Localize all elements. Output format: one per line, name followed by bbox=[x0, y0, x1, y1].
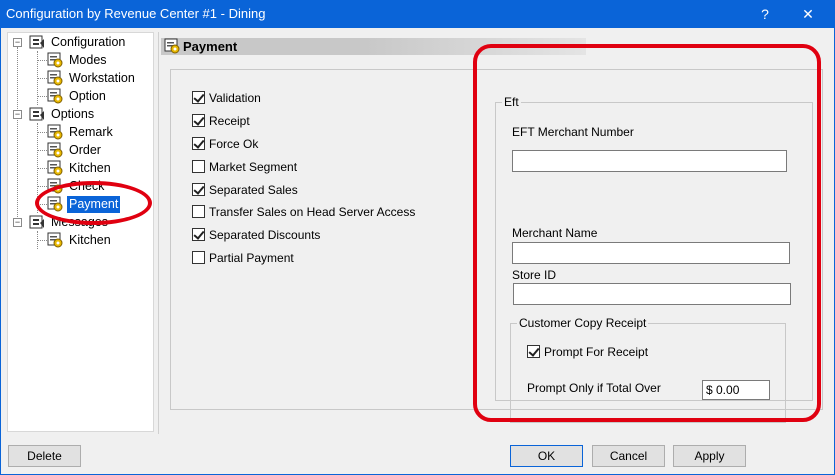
option-separated-sales[interactable]: Separated Sales bbox=[192, 182, 298, 198]
tree-label: Kitchen bbox=[69, 161, 111, 175]
section-header: Payment bbox=[161, 38, 586, 55]
tree-label: Order bbox=[69, 143, 101, 157]
checkbox[interactable] bbox=[192, 228, 205, 241]
tree-label: Payment bbox=[67, 196, 121, 213]
tree-label: Workstation bbox=[69, 71, 135, 85]
checkbox-label: Market Segment bbox=[209, 160, 298, 174]
checkbox-label: Receipt bbox=[209, 114, 250, 128]
tree-item-check[interactable]: Check bbox=[47, 178, 106, 195]
cancel-button[interactable]: Cancel bbox=[592, 445, 665, 467]
checkbox-label: Prompt For Receipt bbox=[544, 345, 649, 359]
group-caption: Customer Copy Receipt bbox=[517, 316, 649, 330]
customer-copy-group: Customer Copy Receipt Prompt For Receipt… bbox=[510, 316, 786, 423]
eft-group: Eft EFT Merchant Number Merchant Name St… bbox=[495, 95, 813, 423]
tree-item-remark[interactable]: Remark bbox=[47, 124, 115, 141]
gear-doc-icon bbox=[47, 88, 63, 104]
tree-label: Option bbox=[69, 89, 106, 103]
folder-config-icon bbox=[29, 215, 44, 229]
expander-configuration[interactable]: − bbox=[13, 38, 22, 47]
gear-doc-icon bbox=[47, 178, 63, 194]
checkbox-label: Transfer Sales on Head Server Access bbox=[209, 205, 416, 219]
checkbox-label: Separated Discounts bbox=[209, 228, 321, 242]
help-button[interactable]: ? bbox=[745, 0, 785, 28]
gear-doc-icon bbox=[47, 160, 63, 176]
tree-item-configuration[interactable]: Configuration bbox=[29, 34, 127, 51]
gear-doc-icon bbox=[47, 142, 63, 158]
delete-button[interactable]: Delete bbox=[8, 445, 81, 467]
gear-doc-icon bbox=[47, 124, 63, 140]
checkbox[interactable] bbox=[192, 137, 205, 150]
expander-messages[interactable]: − bbox=[13, 218, 22, 227]
tree-item-payment[interactable]: Payment bbox=[47, 196, 121, 213]
config-tree[interactable]: − − − Configuration Modes Workstation Op… bbox=[7, 32, 154, 432]
tree-label: Check bbox=[69, 179, 105, 193]
merchant-number-input[interactable] bbox=[512, 150, 787, 172]
checkbox-label: Separated Sales bbox=[209, 183, 298, 197]
option-validation[interactable]: Validation bbox=[192, 90, 261, 106]
tree-item-msg-kitchen[interactable]: Kitchen bbox=[47, 232, 113, 249]
gear-doc-icon bbox=[164, 38, 180, 54]
checkbox-label: Partial Payment bbox=[209, 251, 294, 265]
checkbox[interactable] bbox=[192, 160, 205, 173]
group-caption: Eft bbox=[502, 95, 521, 109]
option-transfer-sales[interactable]: Transfer Sales on Head Server Access bbox=[192, 204, 415, 220]
tree-line bbox=[17, 47, 18, 227]
option-force-ok[interactable]: Force Ok bbox=[192, 136, 258, 152]
checkbox[interactable] bbox=[192, 183, 205, 196]
section-title: Payment bbox=[183, 39, 238, 54]
checkbox[interactable] bbox=[192, 205, 205, 218]
gear-doc-icon bbox=[47, 196, 63, 212]
folder-config-icon bbox=[29, 35, 44, 49]
gear-doc-icon bbox=[47, 70, 63, 86]
checkbox[interactable] bbox=[192, 251, 205, 264]
apply-button[interactable]: Apply bbox=[673, 445, 746, 467]
tree-item-option[interactable]: Option bbox=[47, 88, 108, 105]
tree-label: Remark bbox=[69, 125, 113, 139]
checkbox-label: Force Ok bbox=[209, 137, 259, 151]
prompt-for-receipt[interactable]: Prompt For Receipt bbox=[527, 344, 648, 360]
option-separated-discounts[interactable]: Separated Discounts bbox=[192, 227, 320, 243]
option-market-segment[interactable]: Market Segment bbox=[192, 159, 297, 175]
main-panel: Payment Validation Receipt Force Ok Mark… bbox=[158, 32, 830, 434]
tree-item-modes[interactable]: Modes bbox=[47, 52, 109, 69]
tree-label: Configuration bbox=[51, 35, 126, 49]
tree-label: Kitchen bbox=[69, 233, 111, 247]
expander-options[interactable]: − bbox=[13, 110, 22, 119]
options-panel: Validation Receipt Force Ok Market Segme… bbox=[170, 69, 823, 423]
tree-item-order[interactable]: Order bbox=[47, 142, 103, 159]
tree-item-options[interactable]: Options bbox=[29, 106, 96, 123]
tree-label: Modes bbox=[69, 53, 107, 67]
tree-label: Messages bbox=[51, 215, 108, 229]
merchant-name-input[interactable] bbox=[512, 242, 790, 264]
gear-doc-icon bbox=[47, 52, 63, 68]
merchant-number-label: EFT Merchant Number bbox=[512, 125, 634, 139]
store-id-input[interactable] bbox=[513, 283, 791, 305]
total-over-label: Prompt Only if Total Over bbox=[527, 381, 661, 395]
option-receipt[interactable]: Receipt bbox=[192, 113, 250, 129]
tree-item-messages[interactable]: Messages bbox=[29, 214, 110, 231]
checkbox[interactable] bbox=[527, 345, 540, 358]
window-title: Configuration by Revenue Center #1 - Din… bbox=[6, 6, 266, 21]
ok-button[interactable]: OK bbox=[510, 445, 583, 467]
checkbox[interactable] bbox=[192, 114, 205, 127]
tree-label: Options bbox=[51, 107, 95, 121]
total-over-input[interactable]: $ 0.00 bbox=[702, 380, 770, 400]
gear-doc-icon bbox=[47, 232, 63, 248]
title-bar: Configuration by Revenue Center #1 - Din… bbox=[0, 0, 835, 28]
checkbox[interactable] bbox=[192, 91, 205, 104]
merchant-name-label: Merchant Name bbox=[512, 226, 598, 240]
tree-item-workstation[interactable]: Workstation bbox=[47, 70, 137, 87]
option-partial-payment[interactable]: Partial Payment bbox=[192, 250, 294, 266]
checkbox-label: Validation bbox=[209, 91, 261, 105]
folder-config-icon bbox=[29, 107, 44, 121]
store-id-label: Store ID bbox=[512, 268, 557, 282]
tree-item-kitchen[interactable]: Kitchen bbox=[47, 160, 113, 177]
close-button[interactable]: ✕ bbox=[788, 0, 828, 28]
